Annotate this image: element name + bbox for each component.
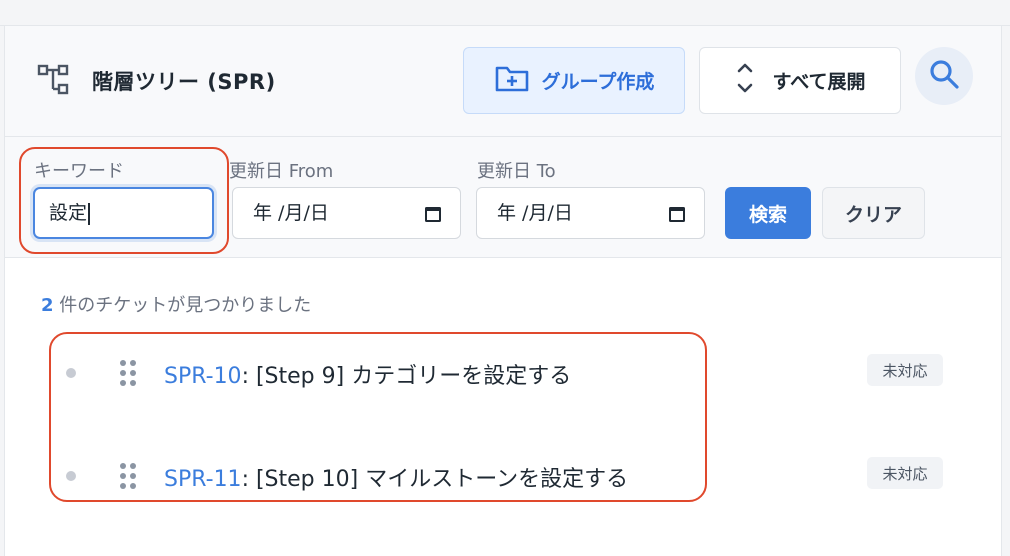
result-count-number: 2 [41,295,54,316]
top-strip [0,0,1010,26]
search-results: 2 件のチケットが見つかりました SPR-10: [Step 9] カテゴリーを… [5,258,1001,556]
calendar-icon[interactable] [424,204,442,222]
ticket-summary: : [Step 9] カテゴリーを設定する [241,364,572,389]
drag-handle-icon[interactable] [118,358,138,388]
page-title: 階層ツリー (SPR) [92,70,276,94]
create-group-label: グループ作成 [541,71,655,93]
list-item[interactable]: SPR-10: [Step 9] カテゴリーを設定する 未対応 [5,352,1003,392]
expand-all-label: すべて展開 [772,71,866,93]
keyword-input[interactable]: 設定 [33,187,214,239]
panel-header: 階層ツリー (SPR) グループ作成 すべて展開 [5,26,1001,137]
hierarchy-tree-panel: 階層ツリー (SPR) グループ作成 すべて展開 キーワード 設定 更新日 Fr… [4,26,1002,556]
status-badge: 未対応 [867,354,943,386]
updated-to-label: 更新日 To [477,161,556,182]
text-caret [88,202,90,225]
chevrons-up-down-icon [735,61,755,100]
ticket-key-link[interactable]: SPR-10 [164,364,242,389]
updated-to-input[interactable]: 年 /月/日 [476,187,705,239]
bullet-icon [66,471,76,481]
updated-from-label: 更新日 From [229,161,334,182]
result-count: 2 件のチケットが見つかりました [41,291,311,317]
create-group-button[interactable]: グループ作成 [463,47,685,114]
expand-all-button[interactable]: すべて展開 [699,47,901,114]
hierarchy-tree-icon [37,63,77,97]
search-button[interactable]: 検索 [725,187,811,239]
status-badge: 未対応 [867,457,943,489]
calendar-icon[interactable] [668,204,686,222]
updated-from-value: 年 /月/日 [253,202,329,224]
keyword-label: キーワード [34,161,124,182]
result-count-text: 件のチケットが見つかりました [53,295,312,316]
search-filters: キーワード 設定 更新日 From 年 /月/日 更新日 To 年 /月/日 検… [5,137,1001,258]
search-toggle-button[interactable] [915,47,973,105]
list-item[interactable]: SPR-11: [Step 10] マイルストーンを設定する 未対応 [5,455,1003,495]
updated-from-input[interactable]: 年 /月/日 [232,187,461,239]
ticket-title: SPR-11: [Step 10] マイルストーンを設定する [164,461,628,493]
bullet-icon [66,368,76,378]
keyword-value: 設定 [49,202,88,224]
ticket-title: SPR-10: [Step 9] カテゴリーを設定する [164,358,571,390]
search-icon [928,58,960,94]
folder-plus-icon [494,63,530,98]
ticket-key-link[interactable]: SPR-11 [164,467,242,492]
drag-handle-icon[interactable] [118,461,138,491]
ticket-summary: : [Step 10] マイルストーンを設定する [241,467,629,492]
updated-to-value: 年 /月/日 [497,202,573,224]
clear-button[interactable]: クリア [822,187,925,239]
